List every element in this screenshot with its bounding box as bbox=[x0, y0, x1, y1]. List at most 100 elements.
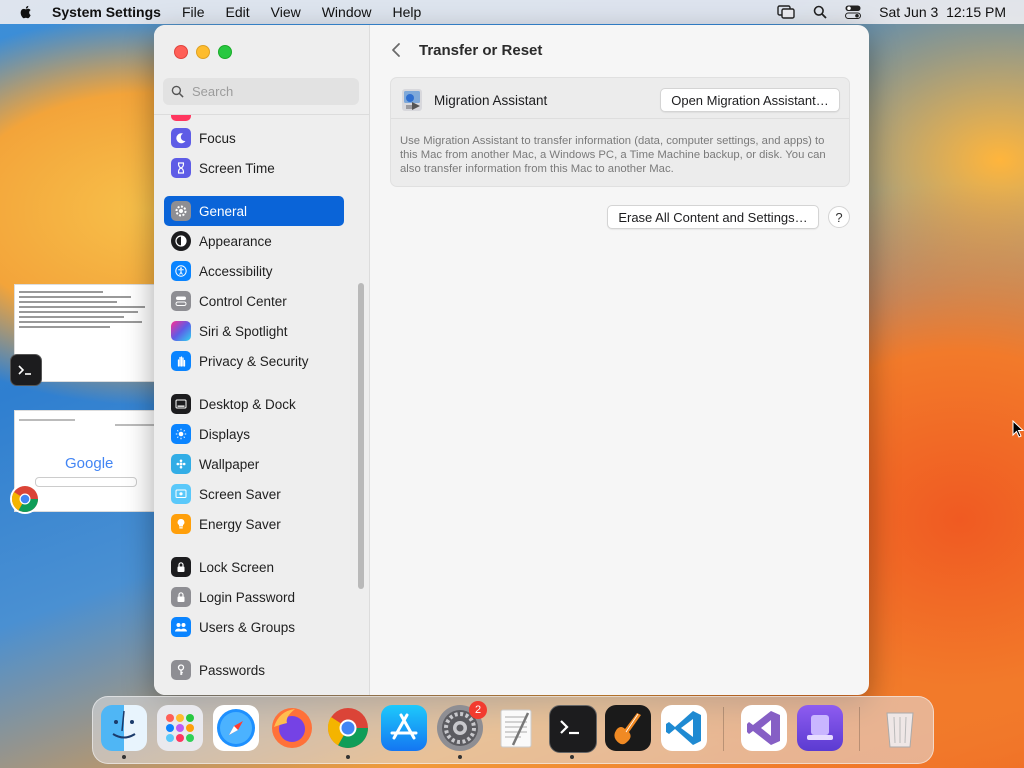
apple-configurator-icon[interactable] bbox=[797, 705, 843, 751]
sidebar-scrollbar[interactable] bbox=[358, 283, 364, 589]
migration-assistant-label: Migration Assistant bbox=[434, 93, 548, 108]
visual-studio-icon[interactable] bbox=[741, 705, 787, 751]
chrome-icon[interactable] bbox=[10, 484, 40, 514]
chrome-icon[interactable] bbox=[325, 705, 371, 751]
main-pane: Transfer or Reset Migration Assistant Op… bbox=[370, 25, 869, 695]
dock: 2 bbox=[92, 696, 934, 764]
screen-time-icon bbox=[171, 158, 191, 178]
sidebar-item-label: Appearance bbox=[199, 233, 272, 249]
running-indicator bbox=[346, 755, 350, 759]
search-input[interactable] bbox=[190, 83, 344, 100]
thumbnail-line bbox=[115, 424, 155, 426]
sidebar-item-appearance[interactable]: Appearance bbox=[164, 226, 344, 256]
sidebar: Focus Screen Time General Appearance Acc… bbox=[154, 25, 370, 695]
sidebar-item-screen-saver[interactable]: Screen Saver bbox=[164, 479, 344, 509]
sidebar-item-passwords[interactable]: Passwords bbox=[164, 655, 344, 685]
focus-icon bbox=[171, 128, 191, 148]
app-menu-system-settings[interactable]: System Settings bbox=[52, 4, 161, 20]
sidebar-item-wallpaper[interactable]: Wallpaper bbox=[164, 449, 344, 479]
sidebar-item-accessibility[interactable]: Accessibility bbox=[164, 256, 344, 286]
running-indicator bbox=[570, 755, 574, 759]
wallpaper-icon bbox=[171, 454, 191, 474]
terminal-icon[interactable] bbox=[549, 705, 597, 753]
launchpad-icon[interactable] bbox=[157, 705, 203, 751]
sidebar-item-siri-spotlight[interactable]: Siri & Spotlight bbox=[164, 316, 344, 346]
sidebar-item-users-groups[interactable]: Users & Groups bbox=[164, 612, 344, 642]
menu-bar: System Settings File Edit View Window He… bbox=[0, 0, 1024, 24]
siri-icon bbox=[171, 321, 191, 341]
menu-help[interactable]: Help bbox=[393, 4, 422, 20]
textedit-icon[interactable] bbox=[493, 705, 539, 751]
control-center-icon bbox=[171, 291, 191, 311]
mouse-cursor bbox=[1012, 420, 1024, 438]
chevron-left-icon[interactable] bbox=[389, 42, 405, 58]
page-title: Transfer or Reset bbox=[419, 42, 543, 59]
dock-separator bbox=[723, 707, 724, 751]
google-logo-text: Google bbox=[65, 455, 114, 472]
sidebar-item-label: Accessibility bbox=[199, 263, 273, 279]
hand-icon bbox=[171, 351, 191, 371]
sidebar-item-privacy-security[interactable]: Privacy & Security bbox=[164, 346, 344, 376]
menu-edit[interactable]: Edit bbox=[226, 4, 250, 20]
migration-assistant-card: Migration Assistant Open Migration Assis… bbox=[390, 77, 850, 187]
apple-logo-icon[interactable] bbox=[18, 4, 34, 20]
menubar-clock[interactable]: Sat Jun 3 12:15 PM bbox=[879, 4, 1006, 20]
screen-mirroring-icon[interactable] bbox=[777, 5, 795, 19]
trash-icon[interactable] bbox=[877, 705, 923, 751]
login-lock-icon bbox=[171, 587, 191, 607]
sidebar-item-desktop-dock[interactable]: Desktop & Dock bbox=[164, 389, 344, 419]
sidebar-item-lock-screen[interactable]: Lock Screen bbox=[164, 552, 344, 582]
sidebar-item-energy-saver[interactable]: Energy Saver bbox=[164, 509, 344, 539]
sidebar-item-label: Energy Saver bbox=[199, 516, 281, 532]
vscode-icon[interactable] bbox=[661, 705, 707, 751]
minimize-window-button[interactable] bbox=[196, 45, 210, 59]
thumbnail-line bbox=[19, 301, 117, 303]
help-button[interactable]: ? bbox=[828, 206, 850, 228]
sidebar-item-label: General bbox=[199, 203, 248, 219]
garageband-icon[interactable] bbox=[605, 705, 651, 751]
lock-icon bbox=[171, 557, 191, 577]
sidebar-item-label: Control Center bbox=[199, 293, 287, 309]
system-settings-window: Focus Screen Time General Appearance Acc… bbox=[154, 25, 869, 695]
close-window-button[interactable] bbox=[174, 45, 188, 59]
thumbnail-line bbox=[19, 316, 124, 318]
safari-icon[interactable] bbox=[213, 705, 259, 751]
migration-assistant-icon bbox=[402, 89, 422, 111]
terminal-icon[interactable] bbox=[10, 354, 42, 386]
sidebar-item-general[interactable]: General bbox=[164, 196, 344, 226]
sidebar-item-label: Passwords bbox=[199, 662, 266, 678]
running-indicator bbox=[122, 755, 126, 759]
menu-view[interactable]: View bbox=[271, 4, 301, 20]
sidebar-item-screen-time[interactable]: Screen Time bbox=[164, 153, 344, 183]
thumbnail-line bbox=[19, 326, 110, 328]
sidebar-item-displays[interactable]: Displays bbox=[164, 419, 344, 449]
open-migration-assistant-button[interactable]: Open Migration Assistant… bbox=[660, 88, 840, 112]
sidebar-item-label: Siri & Spotlight bbox=[199, 323, 288, 339]
sidebar-item-label: Focus bbox=[199, 130, 236, 146]
thumbnail-searchbox bbox=[35, 477, 137, 487]
window-controls bbox=[174, 45, 232, 59]
firefox-icon[interactable] bbox=[269, 705, 315, 751]
screen-saver-icon bbox=[171, 484, 191, 504]
sidebar-item-control-center[interactable]: Control Center bbox=[164, 286, 344, 316]
control-center-icon[interactable] bbox=[845, 5, 862, 19]
sidebar-item-login-password[interactable]: Login Password bbox=[164, 582, 344, 612]
thumbnail-line bbox=[19, 321, 143, 323]
sidebar-item-label: Screen Saver bbox=[199, 486, 281, 502]
app-store-icon[interactable] bbox=[381, 705, 427, 751]
sidebar-item-label: Login Password bbox=[199, 589, 296, 605]
zoom-window-button[interactable] bbox=[218, 45, 232, 59]
sidebar-item-partial bbox=[164, 115, 344, 121]
search-field[interactable] bbox=[163, 78, 359, 105]
erase-all-content-button[interactable]: Erase All Content and Settings… bbox=[607, 205, 819, 229]
menu-file[interactable]: File bbox=[182, 4, 205, 20]
accessibility-icon bbox=[171, 261, 191, 281]
dock-separator bbox=[859, 707, 860, 751]
sidebar-item-focus[interactable]: Focus bbox=[164, 123, 344, 153]
finder-icon[interactable] bbox=[101, 705, 147, 751]
sidebar-item-label: Displays bbox=[199, 426, 251, 442]
running-indicator bbox=[458, 755, 462, 759]
spotlight-search-icon[interactable] bbox=[813, 5, 827, 19]
menu-window[interactable]: Window bbox=[322, 4, 372, 20]
sidebar-item-label: Desktop & Dock bbox=[199, 396, 296, 412]
